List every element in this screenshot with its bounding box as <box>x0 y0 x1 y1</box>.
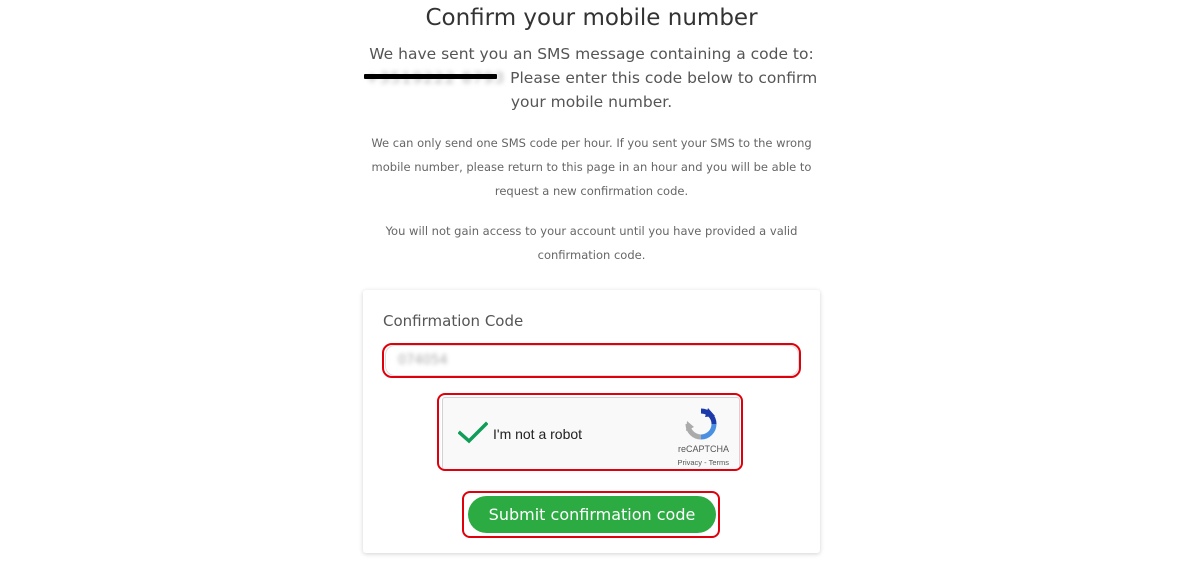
recaptcha-logo-icon <box>685 408 717 440</box>
checkmark-icon[interactable] <box>458 421 488 445</box>
phone-redaction-bar <box>363 74 498 79</box>
lead-after: Please enter this code below to confirm … <box>510 69 818 111</box>
confirmation-code-value: 074054 <box>398 353 448 368</box>
recaptcha-brand: reCAPTCHA <box>677 444 729 454</box>
recaptcha-terms-link[interactable]: Terms <box>709 458 729 467</box>
lead-before: We have sent you an SMS message containi… <box>369 45 814 63</box>
recaptcha-widget[interactable]: I'm not a robot reCAPTCHA Privacy - Term… <box>442 397 740 470</box>
confirmation-code-label: Confirmation Code <box>383 312 524 330</box>
phone-number: +3519222 8793 <box>363 66 505 90</box>
sms-limit-note: We can only send one SMS code per hour. … <box>371 136 812 198</box>
access-note: You will not gain access to your account… <box>385 224 798 262</box>
lead-text: We have sent you an SMS message containi… <box>360 42 823 114</box>
submit-confirmation-button[interactable]: Submit confirmation code <box>468 496 716 533</box>
recaptcha-privacy-link[interactable]: Privacy <box>677 458 702 467</box>
recaptcha-links: Privacy - Terms <box>677 458 729 467</box>
confirmation-code-input[interactable]: 074054 <box>385 345 799 376</box>
page-title: Confirm your mobile number <box>425 5 758 31</box>
recaptcha-label: I'm not a robot <box>493 426 583 442</box>
confirm-mobile-page: Confirm your mobile number We have sent … <box>0 0 1200 562</box>
